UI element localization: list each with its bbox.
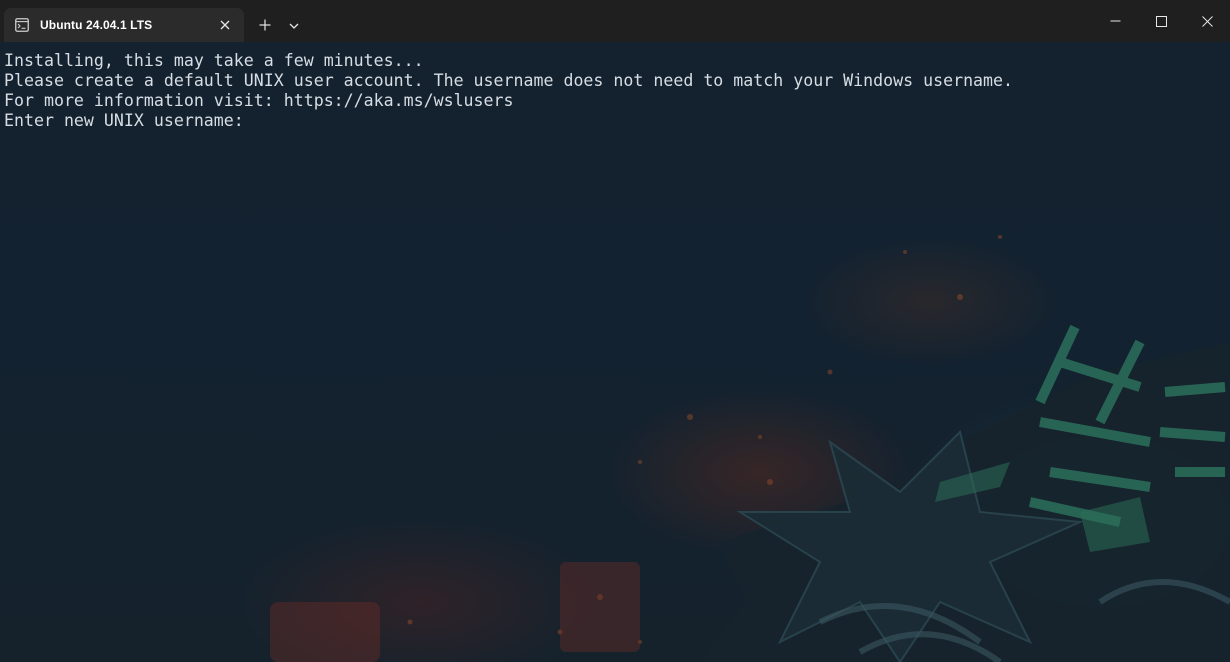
terminal-output-area[interactable]: Installing, this may take a few minutes.… — [0, 42, 1230, 662]
terminal-output: Installing, this may take a few minutes.… — [4, 51, 1013, 131]
prompt-line[interactable]: Enter new UNIX username: — [4, 111, 1013, 131]
username-prompt: Enter new UNIX username: — [4, 111, 254, 130]
minimize-icon[interactable] — [1092, 0, 1138, 42]
close-icon[interactable] — [1184, 0, 1230, 42]
chevron-down-icon[interactable] — [284, 15, 304, 37]
background-wallpaper — [270, 235, 1230, 662]
maximize-icon[interactable] — [1138, 0, 1184, 42]
output-line: For more information visit: https://aka.… — [4, 91, 514, 110]
output-line: Please create a default UNIX user accoun… — [4, 71, 1014, 90]
terminal-window: Ubuntu 24.04.1 LTS Installing, this may … — [0, 0, 1230, 662]
username-input[interactable] — [254, 111, 264, 129]
terminal-icon — [14, 17, 30, 33]
title-bar[interactable]: Ubuntu 24.04.1 LTS — [0, 0, 1230, 42]
output-line: Installing, this may take a few minutes.… — [4, 51, 424, 70]
tab-ubuntu[interactable]: Ubuntu 24.04.1 LTS — [4, 8, 244, 42]
plus-icon[interactable] — [254, 14, 276, 36]
tab-title: Ubuntu 24.04.1 LTS — [40, 18, 153, 32]
close-tab-icon[interactable] — [216, 16, 234, 34]
